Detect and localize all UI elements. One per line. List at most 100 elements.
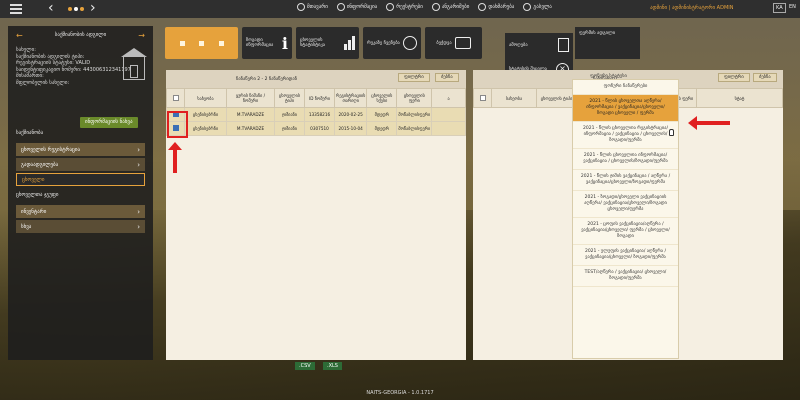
column-header[interactable]: ცხოველის ტიპი [274, 88, 305, 108]
table-cell: მდედრ [366, 121, 398, 136]
view-info-button[interactable]: ინფორმაციის ნახვა [80, 117, 138, 128]
top-menu-home[interactable]: მთავარი [297, 3, 328, 11]
user-name[interactable]: ადმინი | ადმინისტრატორი ADMIN [650, 5, 733, 11]
top-menu-reports[interactable]: ანგარიშები [431, 3, 470, 11]
sidebar-section-label-2: ცხოველთა ჯგუფი [16, 192, 59, 198]
column-header[interactable]: სახეობა [184, 88, 227, 108]
sidebar-item-label: სხვა [21, 223, 32, 230]
search-button[interactable]: ძებნა [753, 73, 777, 82]
sidebar-item-label: ცხოველი [22, 176, 45, 183]
top-menu-label: ანგარიშები [441, 4, 470, 10]
top-menu-label: დახმარება [488, 4, 515, 10]
popup-option[interactable]: 2021 - წლის ჯიშის ვაქცინაცია / აღწერა / … [573, 170, 678, 191]
column-select[interactable] [166, 88, 185, 108]
table-cell: M.TVARADZE [226, 121, 275, 136]
animals-table: სახეობა ყურის ნიშანი / ნომერი ცხოველის ტ… [166, 88, 466, 136]
annotation-left-arrow-icon [688, 116, 730, 130]
sidebar-back-arrow-icon[interactable]: ← [16, 31, 23, 40]
sidebar: ← საქმიანობის ადგილი → სახელი: საქმიანობ… [8, 26, 153, 360]
top-menu-label: მთავარი [307, 4, 328, 10]
list-view-icon[interactable] [199, 40, 204, 46]
annotation-up-arrow-icon [168, 142, 182, 173]
column-header[interactable]: ცხოველის ტიპი [536, 88, 577, 108]
show-on-map-button[interactable]: რუკაზე ჩვენება [363, 27, 421, 59]
sidebar-item-animal[interactable]: ცხოველი [16, 173, 145, 186]
column-select[interactable] [473, 88, 492, 108]
popup-option-selected[interactable]: 2021 - წლის ცხოველთა აღწერა/ინფორმაცია /… [573, 95, 678, 122]
column-header[interactable]: ცხოველის სქესი [366, 88, 398, 108]
chevron-right-icon: › [137, 207, 140, 216]
farm-location-button[interactable]: ფერმის ადგილი [575, 27, 640, 59]
statistics-button[interactable]: ცხოველის სტატისტიკა [296, 27, 359, 59]
table-cell: ჯიშიანი [274, 121, 305, 136]
nav-dots [68, 7, 84, 11]
sidebar-item-registration[interactable]: ცხოველის რეგისტრაცია › [16, 143, 145, 156]
popup-option[interactable]: 2021 - ზოგადი/ცხოველი ვაქცინაციის აღწერა… [573, 191, 678, 218]
status-options-popup: ფონური ჩანაწერები 2021 - წლის ცხოველთა ა… [572, 79, 679, 359]
forward-arrow-icon[interactable]: › [90, 1, 96, 15]
popup-option[interactable]: 2021 - წლის ცხოველთა ინფორმაცია/ვაქცინაც… [573, 149, 678, 170]
panel-header: ჩანაწერი 2 - 2 ჩანაწერიდან ფილტრი ძებნა [166, 70, 466, 88]
panel-title: ჩანაწერი 2 - 2 ჩანაწერიდან [236, 76, 297, 82]
table-row[interactable]: ცხენისებრნი M.TVARADZE ჯიშიანი 0307510 2… [166, 121, 466, 136]
app-version-footer: NAITS-GEORGIA - 1.0.1717 [366, 390, 434, 396]
column-header[interactable]: რეგისტრაციის თარიღი [333, 88, 368, 108]
top-menu-help[interactable]: დახმარება [478, 3, 514, 11]
farm-info: სახელი: საქმიანობის ადგილის ტიპი: რეგისტ… [8, 44, 153, 128]
popup-option[interactable]: 2021 - წლის ცხოველთა რეგისტრაცია/ინფორმა… [573, 122, 678, 149]
column-header[interactable]: სახეობა [491, 88, 537, 108]
sidebar-title: საქმიანობის ადგილი [54, 32, 107, 38]
sidebar-item-movement[interactable]: გადაადგილება › [16, 158, 145, 171]
top-menu-label: გასვლა [533, 4, 552, 10]
toolbar: ზოგადი ინფორმაცია i ცხოველის სტატისტიკა რ… [165, 27, 482, 61]
table-cell: 2020-02-25 [333, 107, 368, 122]
tool-extract[interactable]: ამოღება [505, 33, 573, 57]
printer-icon [454, 37, 471, 49]
popup-option-header[interactable]: ფონური ჩანაწერები [573, 80, 678, 95]
sidebar-forward-arrow-icon[interactable]: → [138, 31, 145, 40]
reports-icon [431, 3, 440, 11]
lang-en-button[interactable]: EN [787, 3, 798, 11]
popup-option[interactable]: 2021 - ულუფის ვაქცინაცია/ აღწერა / ვაქცი… [573, 245, 678, 266]
select-all-checkbox[interactable] [172, 94, 179, 101]
general-info-button[interactable]: ზოგადი ინფორმაცია i [242, 27, 292, 59]
column-header[interactable]: ა [431, 88, 466, 108]
column-header[interactable]: სტატ [696, 88, 783, 108]
search-button[interactable]: ძებნა [435, 73, 459, 82]
popup-option[interactable]: 2021 - ცოფის ვაქცინაცია/აღწერა / ვაქცინა… [573, 218, 678, 245]
animals-panel: ჩანაწერი 2 - 2 ჩანაწერიდან ფილტრი ძებნა … [166, 70, 466, 360]
clipboard-icon [558, 38, 569, 52]
print-button[interactable]: ბეჭდვა [425, 27, 482, 59]
tool-label: ამოღება [509, 42, 528, 48]
lang-ka-button[interactable]: KA [773, 3, 786, 13]
hamburger-menu-icon[interactable] [10, 4, 22, 14]
column-header[interactable]: ID ნომერი [304, 88, 335, 108]
mouse-pointer-icon [669, 129, 674, 136]
barn-icon [121, 48, 147, 80]
back-arrow-icon[interactable]: ‹ [48, 1, 54, 15]
top-menu-info[interactable]: ინფორმაცია [336, 3, 377, 11]
export-xls-button[interactable]: .XLS [323, 362, 342, 370]
filter-button[interactable]: ფილტრი [398, 73, 430, 82]
select-all-checkbox[interactable] [479, 94, 486, 101]
column-header[interactable]: ყურის ნიშანი / ნომერი [226, 88, 275, 108]
table-row[interactable]: ცხენისებრნი M.TVARADZE ჯიშიანი 13358216 … [166, 107, 466, 122]
card-view-icon[interactable] [218, 40, 224, 46]
info-icon: i [281, 33, 288, 53]
table-cell: ცხენისებრნი [184, 107, 227, 122]
column-header[interactable]: ცხოველის ფერი [396, 88, 433, 108]
top-menu-logout[interactable]: გასვლა [523, 3, 552, 11]
chevron-right-icon: › [137, 222, 140, 231]
view-mode-toggle[interactable] [165, 27, 238, 59]
filter-button[interactable]: ფილტრი [718, 73, 750, 82]
farm-info-line: მფლობელის სახელი: [16, 79, 70, 86]
sidebar-item-other[interactable]: სხვა › [16, 220, 145, 233]
export-csv-button[interactable]: .CSV [295, 362, 315, 370]
grid-view-icon[interactable] [179, 40, 185, 46]
chevron-right-icon: › [137, 145, 140, 154]
top-menu-registers[interactable]: რეესტრები [386, 3, 423, 11]
popup-option[interactable]: TEST/აღწერა / ვაქცინაცია/ ცხოველი/ზოგადი… [573, 266, 678, 287]
toolbar-label: ცხოველის სტატისტიკა [300, 38, 326, 48]
sidebar-item-inventory[interactable]: ინვენტარი › [16, 205, 145, 218]
sidebar-section-label: საქმიანობა [16, 130, 44, 136]
